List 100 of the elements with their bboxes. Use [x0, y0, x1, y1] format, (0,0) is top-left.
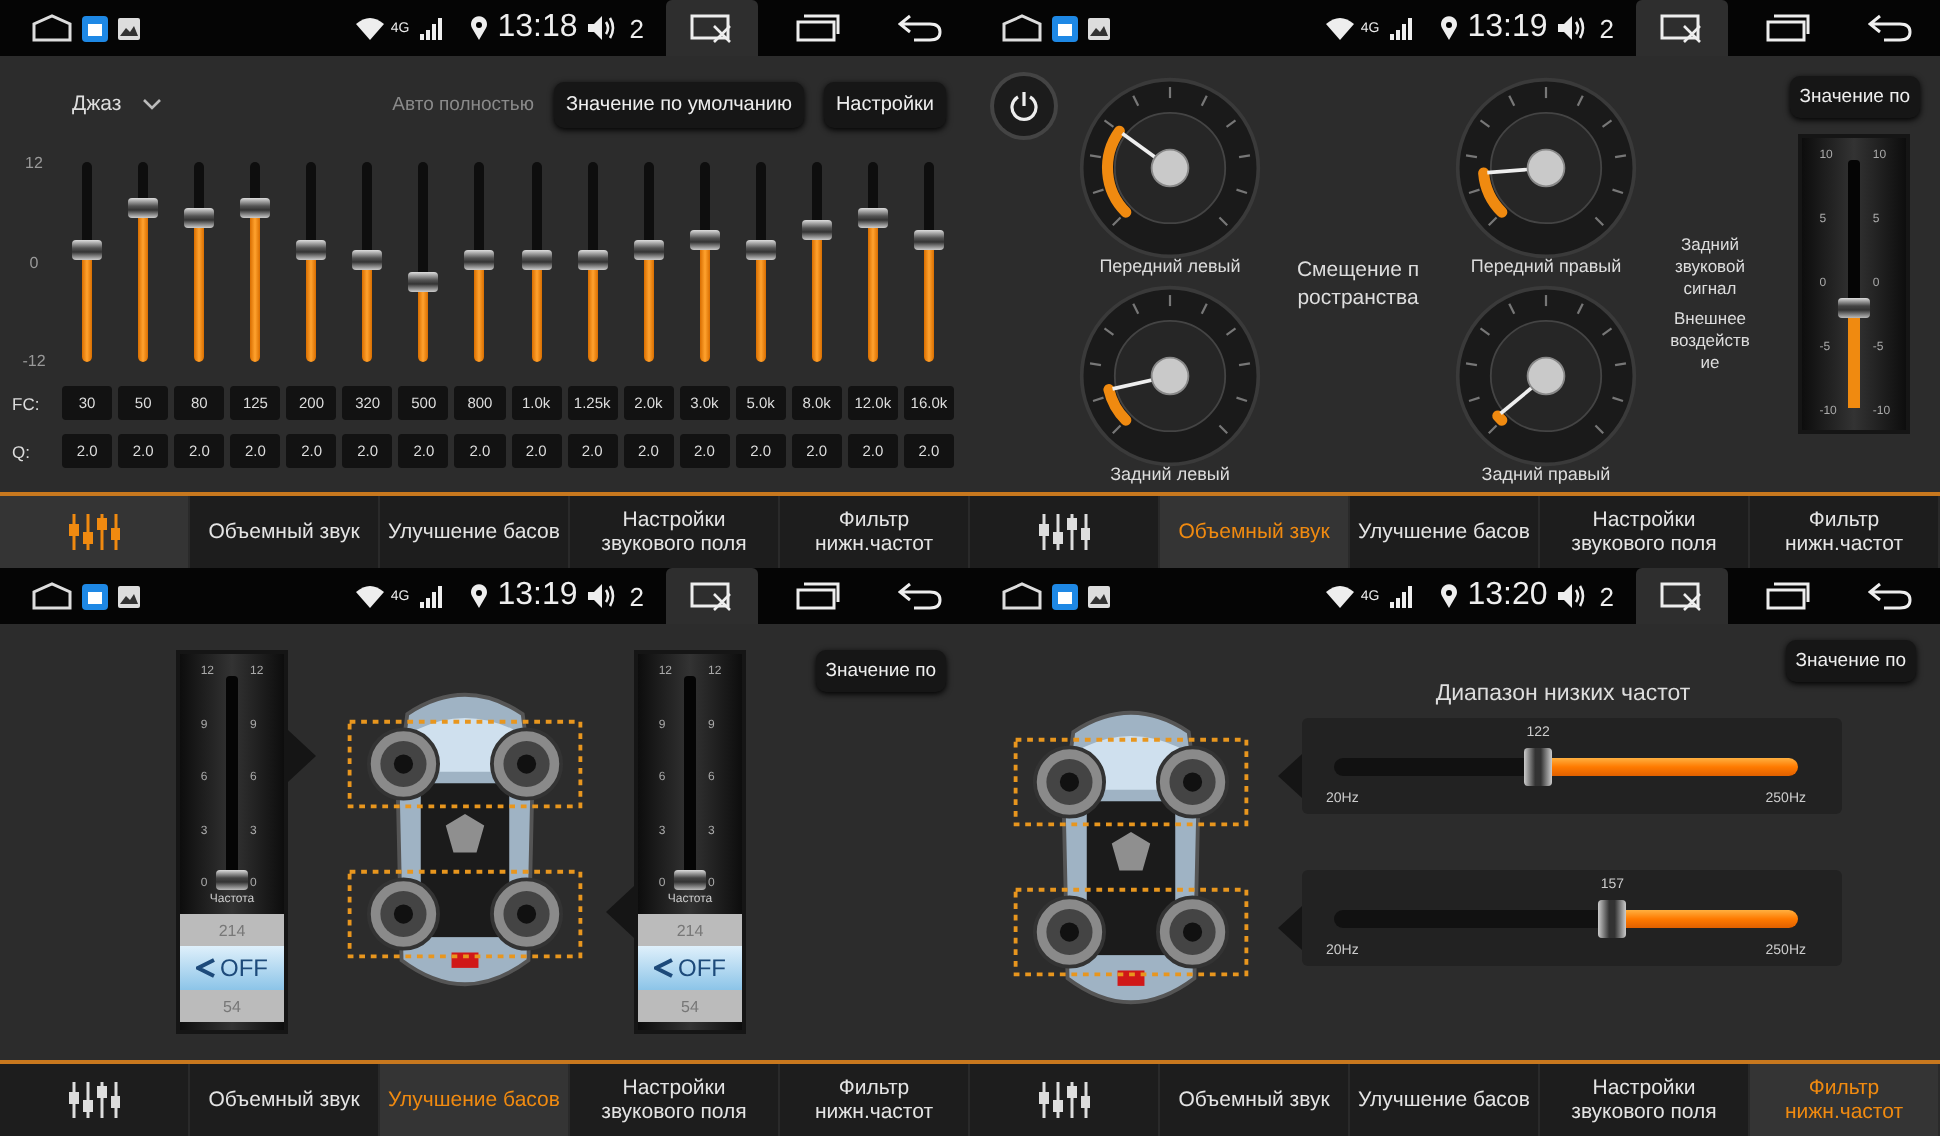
auto-mode-label[interactable]: Авто полностью: [392, 93, 534, 115]
tab[interactable]: Объемный звук: [1160, 1064, 1350, 1136]
recent-apps-icon[interactable]: [796, 582, 840, 610]
screenshot-button[interactable]: [666, 568, 758, 624]
chevron-left-icon: [196, 958, 216, 978]
option-label[interactable]: Задний звуковой сигнал: [1654, 234, 1766, 300]
volume-level: 2: [629, 581, 644, 611]
app-icon: [1052, 583, 1078, 609]
gauge-label: Задний правый: [1481, 464, 1611, 484]
slider-thumb[interactable]: [674, 870, 706, 890]
signal-icon: [419, 585, 444, 607]
slider-thumb[interactable]: [296, 240, 327, 260]
slider-thumb[interactable]: [72, 240, 103, 260]
eq-button[interactable]: Настройки: [823, 81, 946, 127]
slider-thumb[interactable]: [801, 220, 832, 240]
slider-thumb[interactable]: [1524, 748, 1553, 786]
slider-thumb[interactable]: [464, 250, 495, 270]
slider-thumb[interactable]: [408, 272, 439, 292]
screenshot-button[interactable]: [1636, 0, 1728, 56]
space-offset-label: Смещение п ространства: [1294, 256, 1422, 312]
slider-thumb[interactable]: [240, 198, 271, 218]
slider-thumb[interactable]: [745, 240, 776, 260]
axis-label: -12: [22, 352, 46, 370]
power-button[interactable]: [994, 76, 1054, 136]
recent-apps-icon[interactable]: [796, 14, 840, 42]
slider-thumb[interactable]: [216, 870, 248, 890]
gauge-needle[interactable]: [1487, 148, 1566, 188]
default-button[interactable]: Значение по: [815, 650, 946, 692]
home-icon[interactable]: [32, 14, 72, 42]
wifi-icon: [1326, 17, 1355, 39]
back-icon[interactable]: [898, 582, 942, 610]
screenshot-icon: [1660, 13, 1704, 43]
axis-label: 12: [25, 154, 43, 172]
slider-thumb[interactable]: [1598, 900, 1627, 938]
eq-button[interactable]: Значение по умолчанию: [553, 81, 804, 127]
tab[interactable]: Улучшение басов: [380, 1064, 570, 1136]
home-icon[interactable]: [32, 582, 72, 610]
volume-icon: [1557, 16, 1586, 40]
gauge-label: Передний правый: [1470, 256, 1622, 276]
tab[interactable]: Улучшение басов: [1350, 1064, 1540, 1136]
recent-apps-icon[interactable]: [1766, 582, 1810, 610]
volume-icon: [587, 584, 616, 608]
location-icon: [1439, 584, 1458, 608]
tab[interactable]: Настройки звукового поля: [570, 1064, 780, 1136]
volume-level: 2: [1599, 581, 1614, 611]
volume-icon: [1557, 584, 1586, 608]
slider-track[interactable]: [1334, 748, 1798, 786]
gauge-dial[interactable]: [1454, 76, 1638, 260]
gauge-dial[interactable]: [1454, 284, 1638, 468]
gauge-label: Передний левый: [1099, 256, 1241, 276]
slider-thumb[interactable]: [1838, 298, 1871, 319]
chevron-down-icon: [141, 98, 162, 110]
home-icon[interactable]: [1002, 582, 1042, 610]
screenshot-button[interactable]: [666, 0, 758, 56]
gauge-dial[interactable]: [1078, 284, 1262, 468]
back-icon[interactable]: [898, 14, 942, 42]
tab[interactable]: Фильтр нижн.частот: [1750, 1064, 1940, 1136]
screenshot-icon: [1660, 581, 1704, 611]
wifi-icon: [356, 17, 385, 39]
back-icon[interactable]: [1868, 582, 1912, 610]
recent-apps-icon[interactable]: [1766, 14, 1810, 42]
option-label[interactable]: Внешнее воздейств ие: [1654, 308, 1766, 374]
tab[interactable]: Объемный звук: [1160, 496, 1350, 568]
equalizer-icon: [68, 512, 120, 552]
gauge-needle[interactable]: [1121, 131, 1190, 188]
slider-thumb[interactable]: [184, 208, 215, 228]
slider-track[interactable]: [1334, 900, 1798, 938]
signal-icon: [419, 17, 444, 39]
gauge-needle[interactable]: [1112, 356, 1190, 396]
slider-thumb[interactable]: [633, 240, 664, 260]
slider-thumb[interactable]: [577, 250, 608, 270]
chevron-left-icon: [654, 958, 674, 978]
preset-dropdown[interactable]: Джаз: [72, 92, 162, 116]
screenshot-button[interactable]: [1636, 568, 1728, 624]
wifi-icon: [356, 585, 385, 607]
section-title: Диапазон низких частот: [1433, 682, 1693, 706]
screenshot-icon: [690, 13, 734, 43]
slider-thumb[interactable]: [128, 198, 159, 218]
slider-thumb[interactable]: [857, 208, 888, 228]
picker-item[interactable]: OFF: [638, 946, 742, 990]
default-button[interactable]: Значение по: [1785, 640, 1916, 682]
slider-thumb[interactable]: [689, 230, 720, 250]
slider-thumb[interactable]: [913, 230, 944, 250]
image-icon: [118, 17, 140, 39]
location-icon: [469, 16, 488, 40]
picker-item[interactable]: OFF: [180, 946, 284, 990]
location-icon: [1439, 16, 1458, 40]
gauge-dial[interactable]: [1078, 76, 1262, 260]
clock: 13:18: [497, 10, 578, 46]
default-button[interactable]: Значение по: [1789, 76, 1920, 118]
gauge-needle[interactable]: [1499, 356, 1566, 415]
back-icon[interactable]: [1868, 14, 1912, 42]
image-icon: [1088, 585, 1110, 607]
gauge-label: Задний левый: [1110, 464, 1230, 484]
home-icon[interactable]: [1002, 14, 1042, 42]
signal-icon: [1389, 585, 1414, 607]
equalizer-icon: [1038, 1080, 1090, 1120]
slider-thumb[interactable]: [521, 250, 552, 270]
equalizer-icon: [68, 1080, 120, 1120]
slider-thumb[interactable]: [352, 250, 383, 270]
